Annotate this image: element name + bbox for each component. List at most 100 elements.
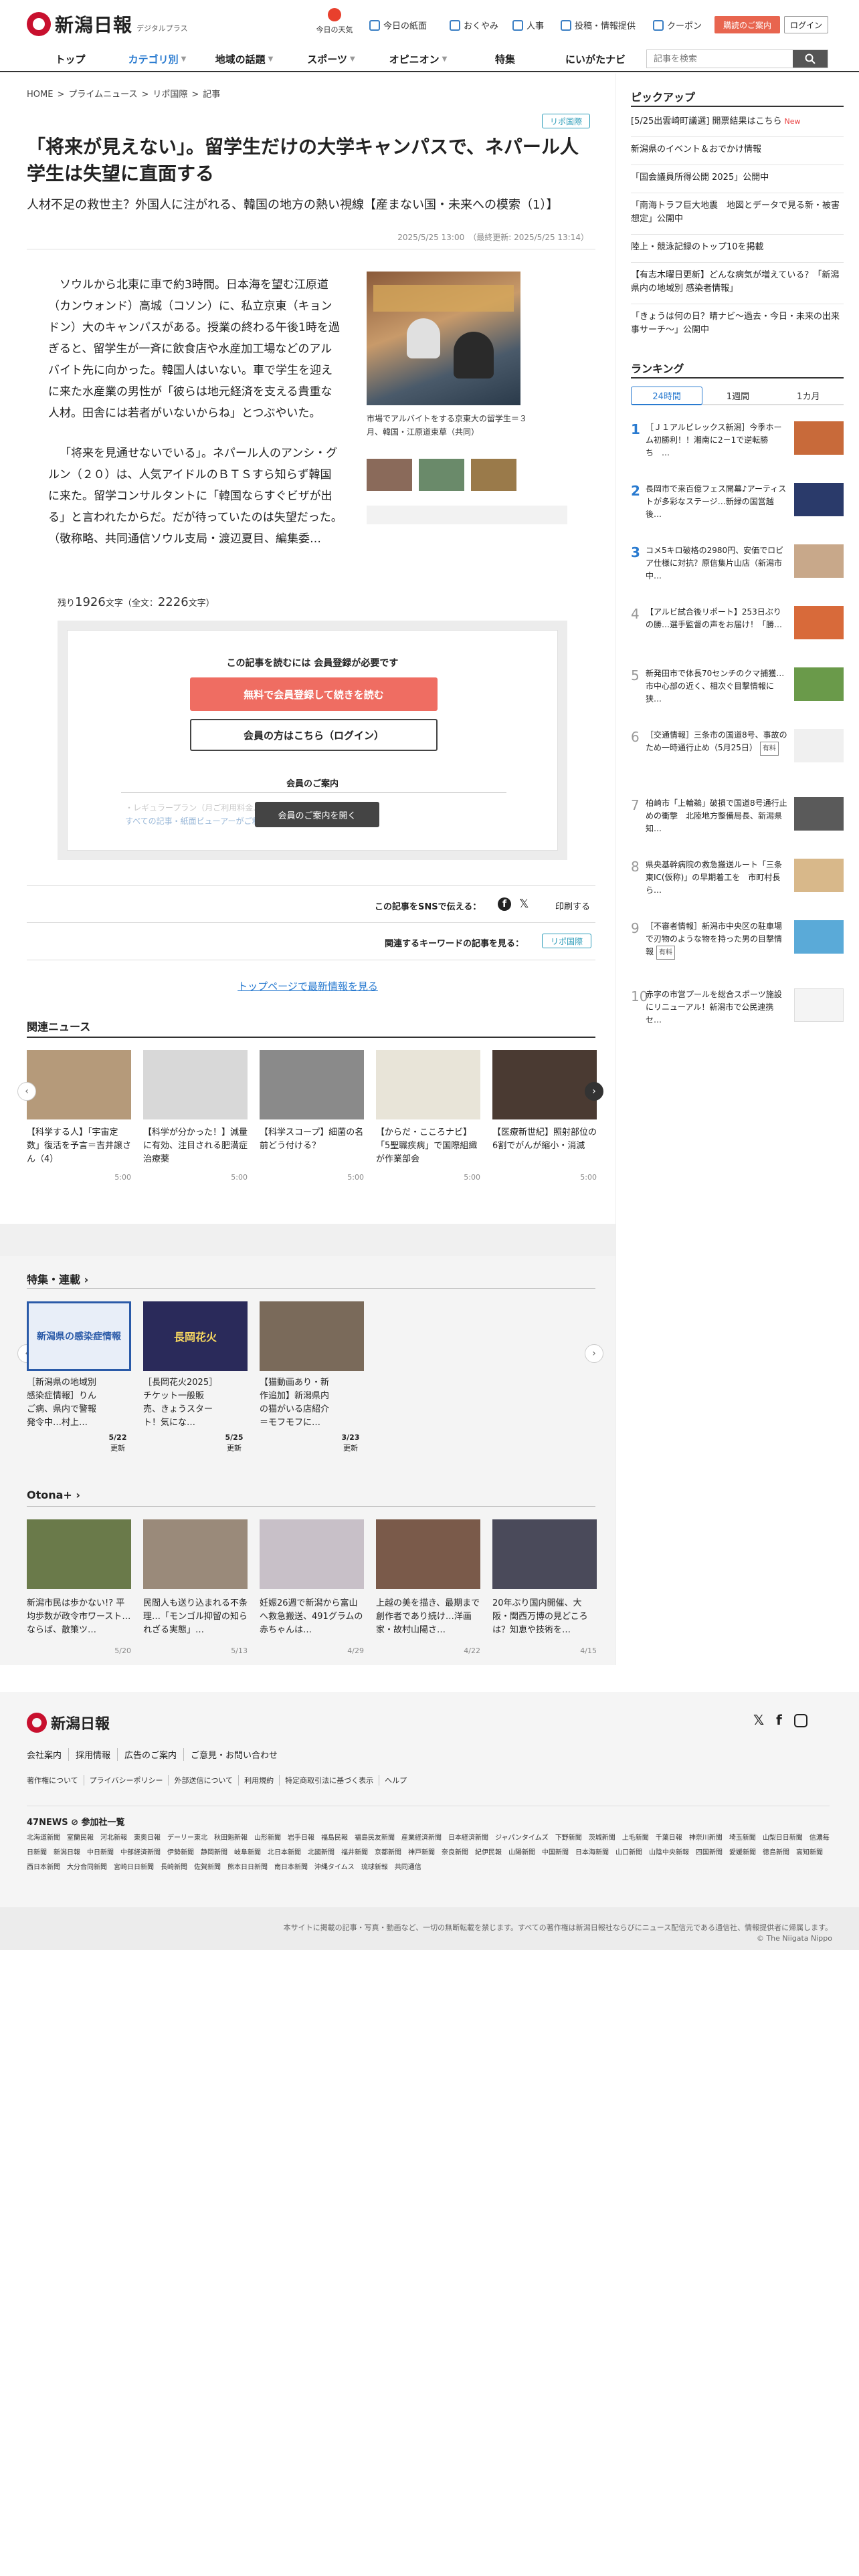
otona-card[interactable]: 妊娠26週で新潟から富山へ救急搬送、491グラムの赤ちゃんは… 4/29 bbox=[260, 1519, 364, 1655]
paper-link[interactable]: 中国新聞 bbox=[542, 1849, 569, 1856]
paper-link[interactable]: デーリー東北 bbox=[167, 1834, 207, 1842]
util-submission[interactable]: 投稿・情報提供 bbox=[561, 19, 636, 31]
footer-link[interactable]: 採用情報 bbox=[76, 1748, 118, 1761]
related-card[interactable]: 【医療新世紀】照射部位の6割でがんが縮小・消滅 5:00 bbox=[492, 1050, 597, 1182]
otona-card[interactable]: 上越の美を描き、最期まで創作者であり続け…洋画家・故村山陽さ… 4/22 bbox=[376, 1519, 480, 1655]
related-card[interactable]: 【科学する人】「宇宙定数」復活を予言＝吉井譲さん（4） 5:00 bbox=[27, 1050, 131, 1182]
nav-opinion[interactable]: オピニオン ▼ bbox=[375, 45, 462, 72]
paper-link[interactable]: 佐賀新聞 bbox=[194, 1864, 221, 1871]
paper-link[interactable]: 高知新聞 bbox=[796, 1849, 823, 1856]
print-button[interactable]: 印刷する bbox=[555, 899, 590, 912]
article-photo[interactable] bbox=[367, 272, 520, 405]
paper-link[interactable]: 琉球新報 bbox=[361, 1864, 388, 1871]
breadcrumb-repo[interactable]: リポ国際 bbox=[153, 90, 187, 100]
footer-logo[interactable]: 新潟日報 bbox=[27, 1712, 110, 1733]
tab-1week[interactable]: 1週間 bbox=[702, 387, 773, 405]
pickup-item[interactable]: 【有志木曜日更新】どんな病気が増えている？「新潟県内の地域別 感染者情報」 bbox=[631, 269, 844, 296]
pickup-item[interactable]: 「南海トラフ巨大地震 地図とデータで見る新・被害想定」公開中 bbox=[631, 199, 844, 226]
paper-link[interactable]: 京都新聞 bbox=[375, 1849, 401, 1856]
photo-thumb[interactable] bbox=[419, 459, 464, 491]
footer-link[interactable]: 著作権について bbox=[27, 1775, 84, 1786]
paper-link[interactable]: 福井新聞 bbox=[341, 1849, 368, 1856]
footer-link[interactable]: 特定商取引法に基づく表示 bbox=[285, 1775, 380, 1786]
ranking-item[interactable]: 8 県央基幹病院の救急搬送ルート「三条東IC(仮称)」の早期着工を 市町村長ら… bbox=[631, 859, 844, 903]
photo-thumb[interactable] bbox=[367, 459, 412, 491]
otona-card[interactable]: 民間人も送り込まれる不条理…「モンゴル抑留の知られざる実態」… 5/13 bbox=[143, 1519, 248, 1655]
ranking-item[interactable]: 1 ［Ｊ１アルビレックス新潟］今季ホーム初勝利！！湘南に2－1で逆転勝ち … bbox=[631, 421, 844, 465]
paper-link[interactable]: ジャパンタイムズ bbox=[495, 1834, 549, 1842]
paper-link[interactable]: 沖縄タイムス bbox=[314, 1864, 355, 1871]
paper-link[interactable]: 紀伊民報 bbox=[475, 1849, 502, 1856]
paper-link[interactable]: 愛媛新聞 bbox=[729, 1849, 756, 1856]
tab-1month[interactable]: 1カ月 bbox=[773, 387, 844, 405]
member-login-button[interactable]: 会員の方はこちら（ログイン） bbox=[190, 719, 438, 751]
paper-link[interactable]: 北海道新聞 bbox=[27, 1834, 60, 1842]
paper-link[interactable]: 茨城新聞 bbox=[589, 1834, 615, 1842]
photo-thumb[interactable] bbox=[471, 459, 516, 491]
paper-link[interactable]: 山陽新聞 bbox=[508, 1849, 535, 1856]
paper-link[interactable]: 宮崎日日新聞 bbox=[114, 1864, 154, 1871]
nav-category[interactable]: カテゴリ別 ▼ bbox=[114, 45, 201, 72]
free-register-button[interactable]: 無料で会員登録して続きを読む bbox=[190, 677, 438, 711]
paper-link[interactable]: 埼玉新聞 bbox=[729, 1834, 756, 1842]
login-button[interactable]: ログイン bbox=[784, 16, 828, 33]
paper-link[interactable]: 産業経済新聞 bbox=[401, 1834, 442, 1842]
pickup-item[interactable]: 新潟県のイベント＆おでかけ情報 bbox=[631, 143, 844, 156]
paper-link[interactable]: 熊本日日新聞 bbox=[227, 1864, 268, 1871]
paper-link[interactable]: 日本経済新聞 bbox=[448, 1834, 488, 1842]
footer-link[interactable]: 利用規約 bbox=[244, 1775, 280, 1786]
pickup-item[interactable]: [5/25出雲崎町議選] 開票結果はこちら New bbox=[631, 115, 844, 128]
breadcrumb-prime[interactable]: プライムニュース bbox=[68, 90, 137, 100]
ranking-item[interactable]: 5 新発田市で体長70センチのクマ捕獲…市中心部の近く、相次ぐ目撃情報に狭… bbox=[631, 667, 844, 712]
paper-link[interactable]: 神奈川新聞 bbox=[689, 1834, 723, 1842]
footer-link[interactable]: 広告のご案内 bbox=[124, 1748, 185, 1761]
chevron-left-icon[interactable]: ‹ bbox=[17, 1082, 36, 1101]
paper-link[interactable]: 千葉日報 bbox=[656, 1834, 682, 1842]
util-coupon[interactable]: クーポン bbox=[653, 19, 702, 31]
nav-niigata-navi[interactable]: にいがたナビ bbox=[549, 45, 642, 72]
otona-card[interactable]: 20年ぶり国内開催、大阪・関西万博の見どころは？知恵や技術を… 4/15 bbox=[492, 1519, 597, 1655]
util-obituary[interactable]: おくやみ bbox=[450, 19, 498, 31]
paper-link[interactable]: 中部経済新聞 bbox=[120, 1849, 161, 1856]
paper-link[interactable]: 岩手日報 bbox=[288, 1834, 314, 1842]
related-card[interactable]: 【からだ・こころナビ】「5聖職疾病」で国際組織が作業部会 5:00 bbox=[376, 1050, 480, 1182]
footer-link[interactable]: 外部送信について bbox=[174, 1775, 240, 1786]
chevron-right-icon[interactable]: › bbox=[585, 1344, 603, 1363]
chevron-right-icon[interactable]: › bbox=[585, 1082, 603, 1101]
pickup-item[interactable]: 「国会議員所得公開 2025」公開中 bbox=[631, 171, 844, 185]
x-icon[interactable]: 𝕏 bbox=[753, 1712, 764, 1728]
paper-link[interactable]: 徳島新聞 bbox=[763, 1849, 789, 1856]
paper-link[interactable]: 奈良新聞 bbox=[442, 1849, 468, 1856]
breadcrumb-home[interactable]: HOME bbox=[27, 90, 53, 100]
paper-link[interactable]: 東奥日報 bbox=[134, 1834, 161, 1842]
paper-link[interactable]: 福島民報 bbox=[321, 1834, 348, 1842]
footer-link[interactable]: 会社案内 bbox=[27, 1748, 70, 1761]
site-logo[interactable]: 新潟日報 デジタルプラス bbox=[27, 12, 188, 36]
paper-link[interactable]: 福島民友新聞 bbox=[355, 1834, 395, 1842]
tab-24h[interactable]: 24時間 bbox=[631, 387, 703, 405]
footer-link[interactable]: ヘルプ bbox=[385, 1775, 412, 1786]
instagram-icon[interactable] bbox=[793, 1714, 807, 1727]
ranking-item[interactable]: 6 ［交通情報］三条市の国道8号、事故のため一時通行止め（5月25日） 有料 bbox=[631, 729, 844, 773]
pickup-item[interactable]: 「きょうは何の日？晴ナビ～過去・今日・未来の出来事サーチ～」公開中 bbox=[631, 310, 844, 337]
paper-link[interactable]: 伊勢新聞 bbox=[167, 1849, 194, 1856]
series-title[interactable]: 特集・連載 › bbox=[27, 1271, 88, 1287]
facebook-icon[interactable]: f bbox=[776, 1712, 782, 1728]
search-input[interactable] bbox=[647, 50, 793, 68]
nav-feature[interactable]: 特集 bbox=[462, 45, 549, 72]
paper-link[interactable]: 長崎新聞 bbox=[161, 1864, 187, 1871]
util-personnel[interactable]: 人事 bbox=[512, 19, 544, 31]
paper-link[interactable]: 中日新聞 bbox=[87, 1849, 114, 1856]
pickup-item[interactable]: 陸上・競泳記録のトップ10を掲載 bbox=[631, 241, 844, 254]
paper-link[interactable]: 日本海新聞 bbox=[575, 1849, 609, 1856]
series-card[interactable]: 長岡花火 ［長岡花火2025］チケット一般販売、きょうスタート！気にな… 5/2… bbox=[143, 1301, 248, 1457]
x-icon[interactable]: 𝕏 bbox=[519, 897, 529, 911]
nav-region[interactable]: 地域の話題 ▼ bbox=[201, 45, 288, 72]
paper-link[interactable]: 北國新聞 bbox=[308, 1849, 335, 1856]
paper-link[interactable]: 四国新聞 bbox=[696, 1849, 723, 1856]
paper-link[interactable]: 共同通信 bbox=[395, 1864, 421, 1871]
paper-link[interactable]: 下野新聞 bbox=[555, 1834, 582, 1842]
ranking-item[interactable]: 7 柏崎市「上輪鵜」破損で国道8号通行止めの衝撃 北陸地方整備局長、新潟県知… bbox=[631, 797, 844, 841]
facebook-icon[interactable]: f bbox=[498, 897, 511, 911]
paper-link[interactable]: 新潟日報 bbox=[54, 1849, 80, 1856]
